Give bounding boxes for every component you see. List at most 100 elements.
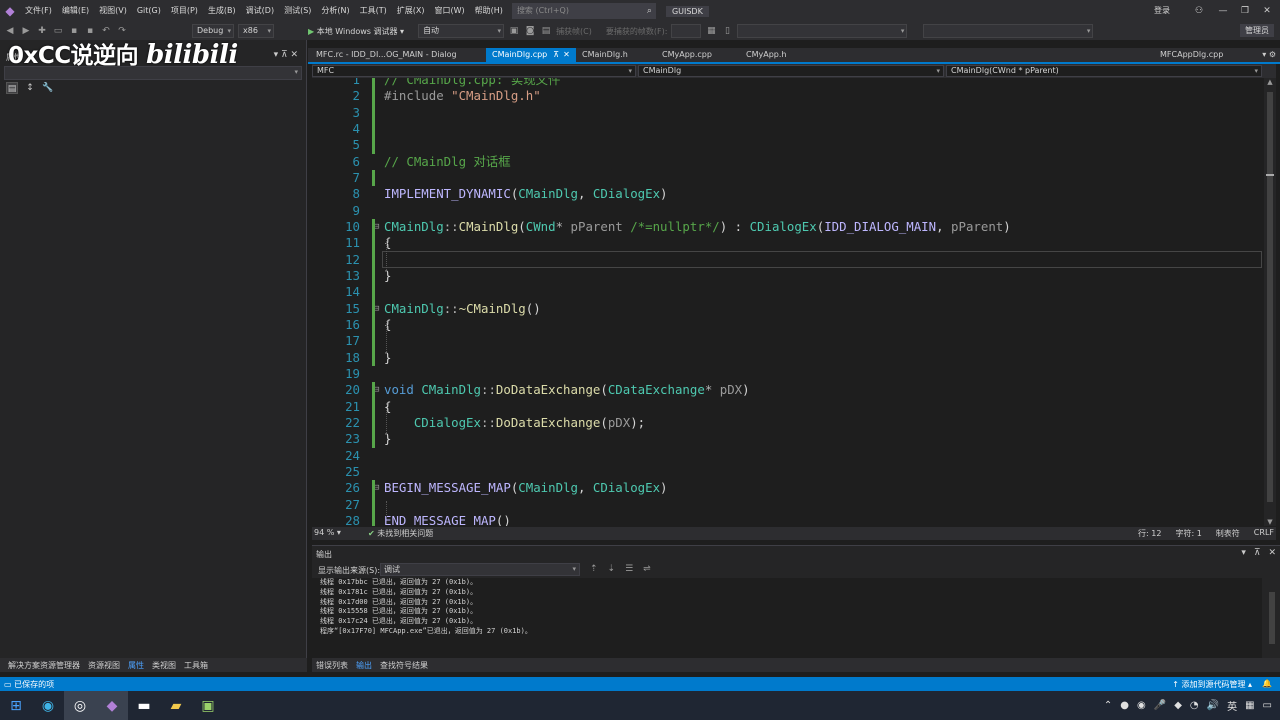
tab-error-list[interactable]: 错误列表 bbox=[316, 660, 348, 671]
close-icon[interactable]: ✕ bbox=[1256, 0, 1278, 22]
pin-icon[interactable]: ▾ ⊼ ✕ bbox=[274, 50, 298, 60]
tray-app-icon[interactable]: ● bbox=[1120, 700, 1129, 711]
search-input[interactable]: 搜索 (Ctrl+Q) ⌕ bbox=[511, 3, 656, 19]
project-select[interactable]: MFC ▾ bbox=[312, 65, 636, 77]
scrollbar-thumb[interactable] bbox=[1267, 92, 1273, 502]
open-icon[interactable]: ▭ bbox=[52, 26, 64, 36]
char-indicator[interactable]: 字符: 1 bbox=[1175, 528, 1201, 539]
menu-test[interactable]: 测试(S) bbox=[279, 0, 316, 22]
show-hidden-icons-icon[interactable]: ⌃ bbox=[1104, 700, 1112, 711]
save-icon[interactable]: ▪ bbox=[68, 26, 80, 36]
line-indicator[interactable]: 行: 12 bbox=[1138, 528, 1161, 539]
menu-help[interactable]: 帮助(H) bbox=[470, 0, 508, 22]
alphabetical-icon[interactable]: ↕ bbox=[24, 82, 36, 94]
minimize-icon[interactable]: — bbox=[1212, 0, 1234, 22]
forward-icon[interactable]: ▶ bbox=[20, 26, 32, 36]
windows-start-icon[interactable]: ⊞ bbox=[0, 691, 32, 720]
new-project-icon[interactable]: ✚ bbox=[36, 26, 48, 36]
code-line[interactable]: 17 bbox=[312, 333, 1264, 349]
platform-select[interactable]: x86 ▾ bbox=[238, 24, 274, 38]
messaging-app-icon[interactable]: ▬ bbox=[128, 691, 160, 720]
code-line[interactable]: 1 // CMainDlg.cpp: 实现文件 bbox=[312, 78, 1264, 88]
capture-icon[interactable]: ▤ bbox=[540, 26, 552, 36]
menu-tools[interactable]: 工具(T) bbox=[355, 0, 392, 22]
menu-build[interactable]: 生成(B) bbox=[203, 0, 241, 22]
output-source-select[interactable]: 调试 ▾ bbox=[380, 563, 580, 576]
output-scrollbar[interactable] bbox=[1266, 578, 1278, 658]
next-message-icon[interactable]: ⇣ bbox=[608, 564, 616, 574]
output-text[interactable]: 线程 0x17bbc 已退出，返回值为 27 (0x1b)。 线程 0x1781… bbox=[312, 578, 1262, 658]
code-line[interactable]: 7 bbox=[312, 170, 1264, 186]
editor-vertical-scrollbar[interactable]: ▲ ▼ bbox=[1264, 78, 1276, 526]
tab-find-symbol-results[interactable]: 查找符号结果 bbox=[380, 660, 428, 671]
add-to-source-control-button[interactable]: ↑ 添加到源代码管理 ▴ bbox=[1172, 679, 1252, 690]
code-line[interactable]: 23} bbox=[312, 431, 1264, 447]
categorized-icon[interactable]: ▤ bbox=[6, 82, 18, 94]
code-editor[interactable]: 1 // CMainDlg.cpp: 实现文件 2 #include "CMainDl… bbox=[312, 78, 1264, 526]
code-line[interactable]: 6 // CMainDlg 对话框 bbox=[312, 154, 1264, 170]
code-line[interactable]: 27 bbox=[312, 497, 1264, 513]
menu-analyze[interactable]: 分析(N) bbox=[316, 0, 354, 22]
menu-project[interactable]: 项目(P) bbox=[166, 0, 203, 22]
bookmark-icon[interactable]: ▯ bbox=[721, 26, 733, 36]
tab-solution-explorer[interactable]: 解决方案资源管理器 bbox=[8, 660, 80, 671]
menu-extensions[interactable]: 扩展(X) bbox=[392, 0, 430, 22]
property-pages-icon[interactable]: 🔧 bbox=[42, 82, 54, 94]
tab-class-view[interactable]: 类视图 bbox=[152, 660, 176, 671]
tray-app-icon[interactable]: ◉ bbox=[1137, 700, 1146, 711]
tray-app-icon[interactable]: ◆ bbox=[1174, 700, 1182, 711]
volume-icon[interactable]: 🔊 bbox=[1207, 700, 1219, 711]
indent-indicator[interactable]: 制表符 bbox=[1216, 528, 1240, 539]
run-mode-select[interactable]: 自动 ▾ bbox=[418, 24, 505, 38]
tab-resource-view[interactable]: 资源视图 bbox=[88, 660, 120, 671]
code-line[interactable]: 19 bbox=[312, 366, 1264, 382]
obs-icon[interactable]: ◎ bbox=[64, 691, 96, 720]
close-icon[interactable]: ✕ bbox=[1268, 548, 1276, 558]
tab-overflow-icon[interactable]: ▾ ⚙ bbox=[1262, 48, 1276, 62]
tab-cmyapp-h[interactable]: CMyApp.h bbox=[740, 48, 792, 62]
undo-icon[interactable]: ↶ bbox=[100, 26, 112, 36]
code-line[interactable]: 9 bbox=[312, 203, 1264, 219]
scroll-down-icon[interactable]: ▼ bbox=[1264, 518, 1276, 526]
prev-message-icon[interactable]: ⇡ bbox=[590, 564, 598, 574]
code-line[interactable]: 24 bbox=[312, 448, 1264, 464]
start-debug-button[interactable]: ▶ 本地 Windows 调试器 ▾ bbox=[308, 26, 404, 37]
scroll-up-icon[interactable]: ▲ bbox=[1264, 78, 1276, 86]
app-icon[interactable]: ▣ bbox=[192, 691, 224, 720]
issues-indicator[interactable]: ✔ 未找到相关问题 bbox=[368, 528, 433, 539]
menu-file[interactable]: 文件(F) bbox=[20, 0, 57, 22]
network-icon[interactable]: ◔ bbox=[1190, 700, 1199, 711]
code-line[interactable]: 21{ bbox=[312, 399, 1264, 415]
feedback-icon[interactable]: ⚇ bbox=[1188, 0, 1210, 22]
code-line[interactable]: 10 ⊟ CMainDlg::CMainDlg(CWnd* pParent /*=n… bbox=[312, 219, 1264, 235]
notifications-icon[interactable]: 🔔 bbox=[1262, 679, 1272, 690]
frame-count-input[interactable] bbox=[671, 24, 702, 38]
login-link[interactable]: 登录 bbox=[1154, 0, 1170, 22]
edge-browser-icon[interactable]: ◉ bbox=[32, 691, 64, 720]
tab-mfcappdlg-cpp[interactable]: MFCAppDlg.cpp bbox=[1154, 48, 1229, 62]
maximize-icon[interactable]: ❐ bbox=[1234, 0, 1256, 22]
code-line[interactable]: 2 #include "CMainDlg.h" bbox=[312, 88, 1264, 104]
clear-all-icon[interactable]: ☰ bbox=[625, 564, 633, 574]
member-select[interactable]: CMainDlg(CWnd * pParent) ▾ bbox=[946, 65, 1262, 77]
ime-indicator[interactable]: 英 bbox=[1227, 698, 1237, 713]
eol-indicator[interactable]: CRLF bbox=[1254, 528, 1274, 539]
tab-mfc-rc[interactable]: MFC.rc - IDD_DI...OG_MAIN - Dialog bbox=[310, 48, 463, 62]
tab-cmaindlg-h[interactable]: CMainDlg.h bbox=[576, 48, 634, 62]
save-all-icon[interactable]: ▪ bbox=[84, 26, 96, 36]
pin-icon[interactable]: ⊼ bbox=[1254, 548, 1261, 558]
scope-select[interactable]: CMainDlg ▾ bbox=[638, 65, 944, 77]
tab-toolbox[interactable]: 工具箱 bbox=[184, 660, 208, 671]
code-line[interactable]: 15 ⊟ CMainDlg::~CMainDlg() bbox=[312, 301, 1264, 317]
camera-icon[interactable]: ◙ bbox=[524, 26, 536, 36]
menu-window[interactable]: 窗口(W) bbox=[430, 0, 470, 22]
microphone-icon[interactable]: 🎤 bbox=[1154, 700, 1166, 711]
chevron-down-icon[interactable]: ▾ bbox=[1241, 548, 1246, 558]
code-line[interactable]: 13} bbox=[312, 268, 1264, 284]
visual-studio-icon[interactable]: ◆ bbox=[96, 691, 128, 720]
code-line[interactable]: 28 END_MESSAGE_MAP() bbox=[312, 513, 1264, 526]
code-line[interactable]: 8 IMPLEMENT_DYNAMIC(CMainDlg, CDialogEx) bbox=[312, 186, 1264, 202]
code-line[interactable]: 22 CDialogEx::DoDataExchange(pDX); bbox=[312, 415, 1264, 431]
menu-debug[interactable]: 调试(D) bbox=[241, 0, 279, 22]
code-line[interactable]: 20 ⊟ void CMainDlg::DoDataExchange(CDataEx… bbox=[312, 382, 1264, 398]
